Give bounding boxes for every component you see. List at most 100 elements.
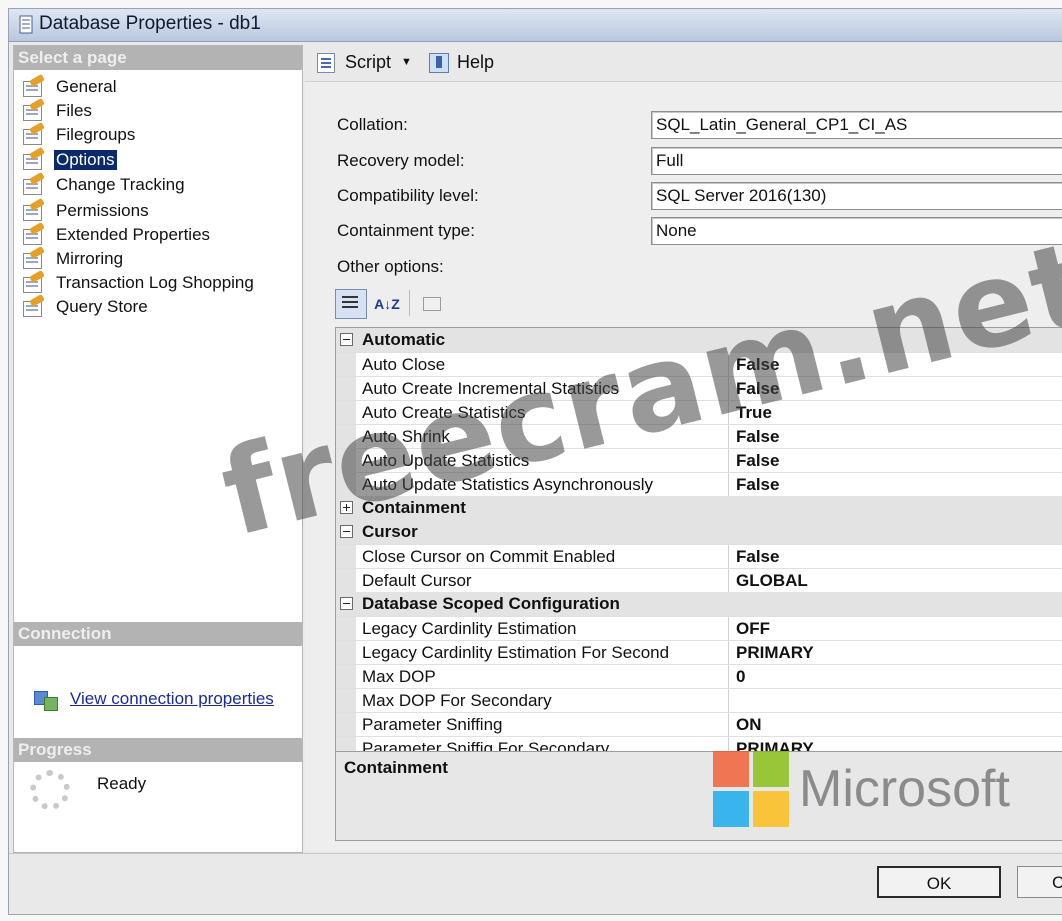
row-gutter xyxy=(336,353,356,377)
page-wrench-icon xyxy=(20,293,46,317)
property-value[interactable]: False xyxy=(736,353,779,376)
script-icon xyxy=(315,51,339,73)
property-row[interactable]: Auto Update Statistics Asynchronously Fal… xyxy=(336,472,1062,497)
compatibility-level-dropdown[interactable]: SQL Server 2016(130) xyxy=(651,182,1062,210)
cancel-button[interactable]: Cancel xyxy=(1017,866,1062,898)
property-value[interactable]: 0 xyxy=(736,665,745,688)
categorized-icon[interactable] xyxy=(335,289,367,319)
property-value[interactable]: ON xyxy=(736,713,762,736)
nav-item-options[interactable]: Options xyxy=(20,146,117,171)
property-pages-icon[interactable] xyxy=(416,289,448,319)
page-wrench-icon xyxy=(20,197,46,221)
row-gutter xyxy=(336,473,356,497)
property-value[interactable]: False xyxy=(736,545,779,568)
right-pane: Script ▼ Help Collation: SQL_Latin_Gener… xyxy=(305,45,1062,851)
category-row[interactable]: Cursor xyxy=(336,520,1062,544)
property-row[interactable]: Max DOP 0 xyxy=(336,664,1062,689)
ok-button[interactable]: OK xyxy=(877,866,1001,898)
microsoft-logo: Microsoft xyxy=(713,751,1010,827)
property-row[interactable]: Legacy Cardinlity Estimation OFF xyxy=(336,616,1062,641)
property-row[interactable]: Auto Create Incremental Statistics False xyxy=(336,376,1062,401)
property-value[interactable]: True xyxy=(736,401,772,424)
nav-item-extended-properties[interactable]: Extended Properties xyxy=(20,221,212,246)
property-value[interactable]: False xyxy=(736,377,779,400)
progress-header: Progress xyxy=(14,738,302,762)
property-value[interactable]: OFF xyxy=(736,617,770,640)
recovery-model-dropdown[interactable]: Full xyxy=(651,147,1062,175)
row-gutter xyxy=(336,401,356,425)
property-row[interactable]: Parameter Sniffing ON xyxy=(336,712,1062,737)
property-row[interactable]: Auto Update Statistics False xyxy=(336,448,1062,473)
nav-item-label: Permissions xyxy=(56,201,149,220)
category-name: Database Scoped Configuration xyxy=(362,594,620,613)
row-gutter xyxy=(336,617,356,641)
property-row[interactable]: Close Cursor on Commit Enabled False xyxy=(336,544,1062,569)
property-name: Auto Create Statistics xyxy=(362,401,729,425)
category-name: Automatic xyxy=(362,330,446,349)
page-wrench-icon xyxy=(20,73,46,97)
property-row[interactable]: Legacy Cardinlity Estimation For Second P… xyxy=(336,640,1062,665)
nav-item-files[interactable]: Files xyxy=(20,97,94,122)
property-value[interactable]: GLOBAL xyxy=(736,569,808,592)
property-value[interactable]: False xyxy=(736,425,779,448)
nav-item-label: Change Tracking xyxy=(56,175,185,194)
nav-item-label: Mirroring xyxy=(56,249,124,268)
collapse-icon[interactable] xyxy=(340,597,353,610)
nav-item-label: Options xyxy=(54,150,117,170)
category-row[interactable]: Containment xyxy=(336,496,1062,520)
nav-item-filegroups[interactable]: Filegroups xyxy=(20,121,137,146)
row-gutter xyxy=(336,449,356,473)
nav-item-label: Extended Properties xyxy=(56,225,211,244)
containment-type-dropdown[interactable]: None xyxy=(651,217,1062,245)
property-row[interactable]: Auto Close False xyxy=(336,352,1062,377)
sort-alphabetical-icon[interactable]: A↓Z xyxy=(371,289,403,319)
nav-item-transaction-log-shopping[interactable]: Transaction Log Shopping xyxy=(20,269,256,294)
view-connection-properties-label[interactable]: View connection properties xyxy=(70,689,274,709)
category-name: Containment xyxy=(362,498,466,517)
row-gutter xyxy=(336,689,356,713)
collapse-icon[interactable] xyxy=(340,333,353,346)
collapse-icon[interactable] xyxy=(340,525,353,538)
other-options-label: Other options: xyxy=(337,257,444,276)
category-row[interactable]: Database Scoped Configuration xyxy=(336,592,1062,616)
title-bar: Database Properties - db1 xyxy=(9,9,1062,42)
nav-item-change-tracking[interactable]: Change Tracking xyxy=(20,171,187,196)
containment-type-label: Containment type: xyxy=(337,221,475,240)
property-value[interactable]: False xyxy=(736,449,779,472)
dialog-window: Database Properties - db1 Select a page … xyxy=(8,8,1062,915)
property-row[interactable]: Default Cursor GLOBAL xyxy=(336,568,1062,593)
help-button[interactable]: Help xyxy=(427,51,494,73)
script-button[interactable]: Script ▼ xyxy=(315,51,412,73)
row-gutter xyxy=(336,713,356,737)
property-row[interactable]: Max DOP For Secondary xyxy=(336,688,1062,713)
nav-item-label: Files xyxy=(56,101,92,120)
nav-item-label: Transaction Log Shopping xyxy=(56,273,254,292)
category-row[interactable]: Automatic xyxy=(336,328,1062,352)
progress-status: Ready xyxy=(97,774,147,793)
collation-dropdown[interactable]: SQL_Latin_General_CP1_CI_AS xyxy=(651,111,1062,139)
row-gutter xyxy=(336,377,356,401)
microsoft-logo-text: Microsoft xyxy=(799,760,1010,818)
expand-icon[interactable] xyxy=(340,501,353,514)
page-wrench-icon xyxy=(20,146,46,170)
page-wrench-icon xyxy=(20,171,46,195)
row-gutter xyxy=(336,425,356,449)
nav-item-query-store[interactable]: Query Store xyxy=(20,293,150,318)
toolbar-separator xyxy=(409,290,410,316)
nav-item-mirroring[interactable]: Mirroring xyxy=(20,245,125,270)
dropdown-arrow-icon[interactable]: ▼ xyxy=(401,56,412,68)
property-row[interactable]: Auto Shrink False xyxy=(336,424,1062,449)
category-name: Cursor xyxy=(362,522,418,541)
nav-item-general[interactable]: General xyxy=(20,73,118,98)
nav-item-permissions[interactable]: Permissions xyxy=(20,197,151,222)
property-row[interactable]: Auto Create Statistics True xyxy=(336,400,1062,425)
nav-item-label: Filegroups xyxy=(56,125,136,144)
property-name: Max DOP xyxy=(362,665,729,689)
view-connection-properties-link[interactable]: View connection properties xyxy=(32,688,274,711)
property-name: Auto Close xyxy=(362,353,729,377)
property-value[interactable]: PRIMARY xyxy=(736,641,814,664)
property-value[interactable]: False xyxy=(736,473,779,496)
row-gutter xyxy=(336,569,356,593)
property-name: Auto Shrink xyxy=(362,425,729,449)
property-name: Max DOP For Secondary xyxy=(362,689,729,713)
